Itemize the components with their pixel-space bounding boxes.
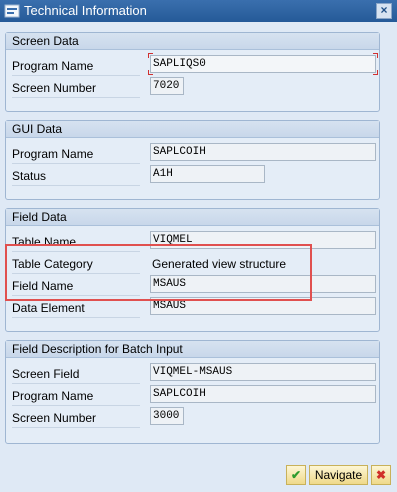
focus-corner-mark <box>373 70 378 75</box>
sap-window-icon <box>4 4 20 18</box>
field-label: Data Element <box>12 299 140 318</box>
field-label: Program Name <box>12 57 140 76</box>
field-label: Screen Number <box>12 79 140 98</box>
field-row: Screen Number 3000 <box>12 407 377 428</box>
focus-corner-mark <box>148 53 153 58</box>
group-title: Field Description for Batch Input <box>6 341 379 358</box>
screen-number-field[interactable]: 3000 <box>150 407 184 425</box>
program-name-field[interactable]: SAPLCOIH <box>150 143 376 161</box>
focus-corner-mark <box>148 70 153 75</box>
dialog-content: Screen Data Program Name SAPLIQS0 Screen… <box>0 22 397 492</box>
confirm-icon-button[interactable]: ✔ <box>286 465 306 485</box>
focus-corner-mark <box>373 53 378 58</box>
status-field[interactable]: A1H <box>150 165 265 183</box>
program-name-field[interactable]: SAPLIQS0 <box>150 55 376 73</box>
field-row: Program Name SAPLIQS0 <box>12 53 378 76</box>
field-label: Screen Number <box>12 409 140 428</box>
field-label: Screen Field <box>12 365 140 384</box>
field-label: Program Name <box>12 145 140 164</box>
group-screen-data: Screen Data Program Name SAPLIQS0 Screen… <box>5 32 380 112</box>
window-title: Technical Information <box>24 3 147 18</box>
group-gui-data: GUI Data Program Name SAPLCOIH Status A1… <box>5 120 380 200</box>
group-title: Field Data <box>6 209 379 226</box>
screen-number-field[interactable]: 7020 <box>150 77 184 95</box>
highlight-box <box>5 244 312 301</box>
navigate-button[interactable]: Navigate <box>309 465 368 485</box>
field-label: Program Name <box>12 387 140 406</box>
group-batch-input: Field Description for Batch Input Screen… <box>5 340 380 444</box>
close-icon[interactable]: × <box>376 3 392 19</box>
group-title: Screen Data <box>6 33 379 50</box>
screen-field-field[interactable]: VIQMEL-MSAUS <box>150 363 376 381</box>
field-row: Program Name SAPLCOIH <box>12 385 377 406</box>
field-label: Status <box>12 167 140 186</box>
group-title: GUI Data <box>6 121 379 138</box>
field-row: Program Name SAPLCOIH <box>12 143 377 164</box>
cancel-icon-button[interactable]: ✖ <box>371 465 391 485</box>
program-name-field[interactable]: SAPLCOIH <box>150 385 376 403</box>
field-row: Screen Number 7020 <box>12 77 377 98</box>
window-titlebar: Technical Information × <box>0 0 397 22</box>
field-row: Screen Field VIQMEL-MSAUS <box>12 363 377 384</box>
field-row: Status A1H <box>12 165 377 186</box>
